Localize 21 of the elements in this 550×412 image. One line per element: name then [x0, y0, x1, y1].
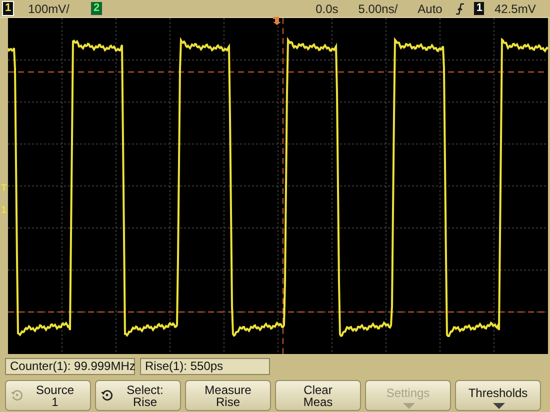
softkey-button[interactable]: Thresholds: [455, 380, 541, 411]
softkey-button[interactable]: Measure Rise: [185, 380, 271, 411]
measurement-readout: Rise(1): 550ps: [140, 358, 270, 375]
rising-edge-icon: [456, 2, 464, 14]
down-arrow-icon: [403, 403, 415, 409]
softkey-button[interactable]: Source 1: [5, 380, 91, 411]
trigger-level-marker: T: [1, 184, 8, 194]
trigger-delay: 0.0s: [316, 2, 338, 16]
trigger-source-badge: 1: [474, 2, 484, 15]
down-arrow-icon: [493, 403, 505, 409]
softkey-button[interactable]: Select: Rise: [95, 380, 181, 411]
vertical-scale: 100mV/: [28, 2, 70, 16]
channel-ground-marker: 1: [1, 206, 7, 216]
timebase-scale: 5.00ns/: [358, 2, 398, 16]
trigger-level: 42.5mV: [494, 2, 536, 16]
trigger-position-icon: [272, 16, 282, 26]
softkey-button[interactable]: Clear Meas: [275, 380, 361, 411]
channel-badge: 1: [2, 1, 14, 16]
trigger-mode: Auto: [418, 2, 442, 16]
measurement-readout: Counter(1): 99.999MHz: [5, 358, 135, 375]
channel-badge: 2: [91, 2, 102, 15]
